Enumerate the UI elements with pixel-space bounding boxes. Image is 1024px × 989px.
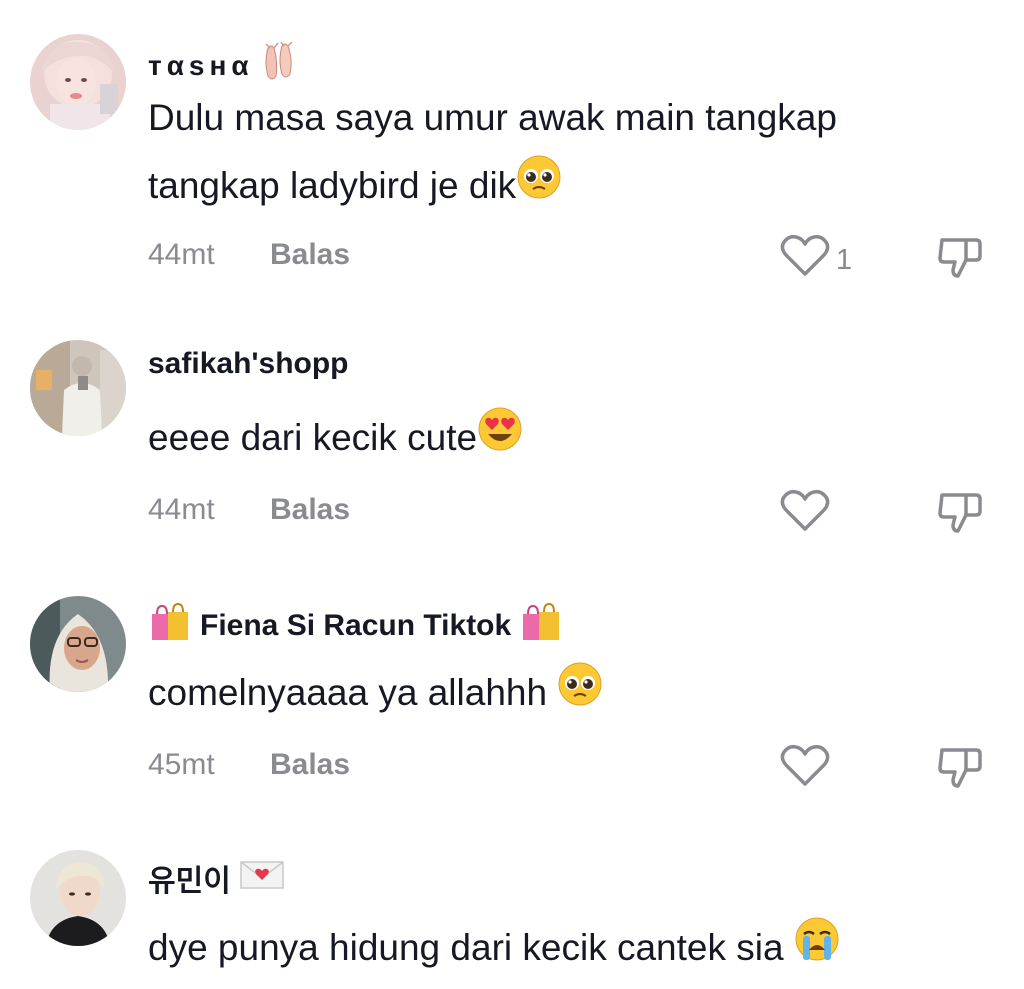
reply-button[interactable]: Balas [270,748,350,782]
avatar[interactable] [30,850,126,946]
comment-time: 44mt [148,493,215,526]
heart-eyes-icon [477,406,523,474]
comment-meta: 44mt Balas [148,493,350,527]
comment-meta: 45mt Balas [148,748,350,782]
like-button[interactable] [780,489,836,541]
like-button[interactable] [780,744,836,796]
dislike-button[interactable] [936,744,984,795]
thumbs-down-icon [936,748,984,794]
comment-text-content: comelnyaaaa ya allahhh [148,672,558,713]
heart-icon [780,489,830,541]
like-count: 1 [836,243,853,276]
comment-text: comelnyaaaa ya allahhh [148,659,908,729]
ballet-shoes-icon [262,41,298,89]
avatar[interactable] [30,596,126,692]
avatar[interactable] [30,34,126,130]
comment-text-content: dye punya hidung dari kecik cantek sia [148,927,794,968]
like-button[interactable]: 1 [780,234,852,286]
username[interactable]: safikah'shopp [148,347,349,381]
comment-text-content: Dulu masa saya umur awak main tangkap ta… [148,97,837,206]
dislike-button[interactable] [936,234,984,285]
heart-icon [780,744,830,796]
comment-text-content: eeee dari kecik cute [148,417,478,458]
username-text: safikah'shopp [148,347,349,380]
comment-text: dye punya hidung dari kecik cantek sia [148,914,908,984]
love-letter-icon [239,858,285,898]
reply-button[interactable]: Balas [270,238,350,272]
comment-time: 44mt [148,238,215,271]
username-text: ᴛαsʜα [148,49,254,81]
shopping-bags-icon [519,600,563,652]
shopping-bags-icon [148,600,192,652]
pleading-face-icon [557,661,603,729]
avatar[interactable] [30,340,126,436]
comment-text: eeee dari kecik cute [148,404,908,474]
username-text: Fiena Si Racun Tiktok [200,609,512,642]
pleading-face-icon [516,154,562,222]
comment-meta: 44mt Balas [148,238,350,272]
thumbs-down-icon [936,238,984,284]
thumbs-down-icon [936,493,984,539]
crying-face-icon [794,916,840,984]
username[interactable]: 유민이 [148,856,285,900]
username-text: 유민이 [148,865,231,898]
comment-text: Dulu masa saya umur awak main tangkap ta… [148,84,908,222]
username[interactable]: ᴛαsʜα [148,41,298,89]
comment-time: 45mt [148,748,215,781]
reply-button[interactable]: Balas [270,493,350,527]
username[interactable]: Fiena Si Racun Tiktok [148,600,563,652]
heart-icon [780,234,830,286]
dislike-button[interactable] [936,489,984,540]
